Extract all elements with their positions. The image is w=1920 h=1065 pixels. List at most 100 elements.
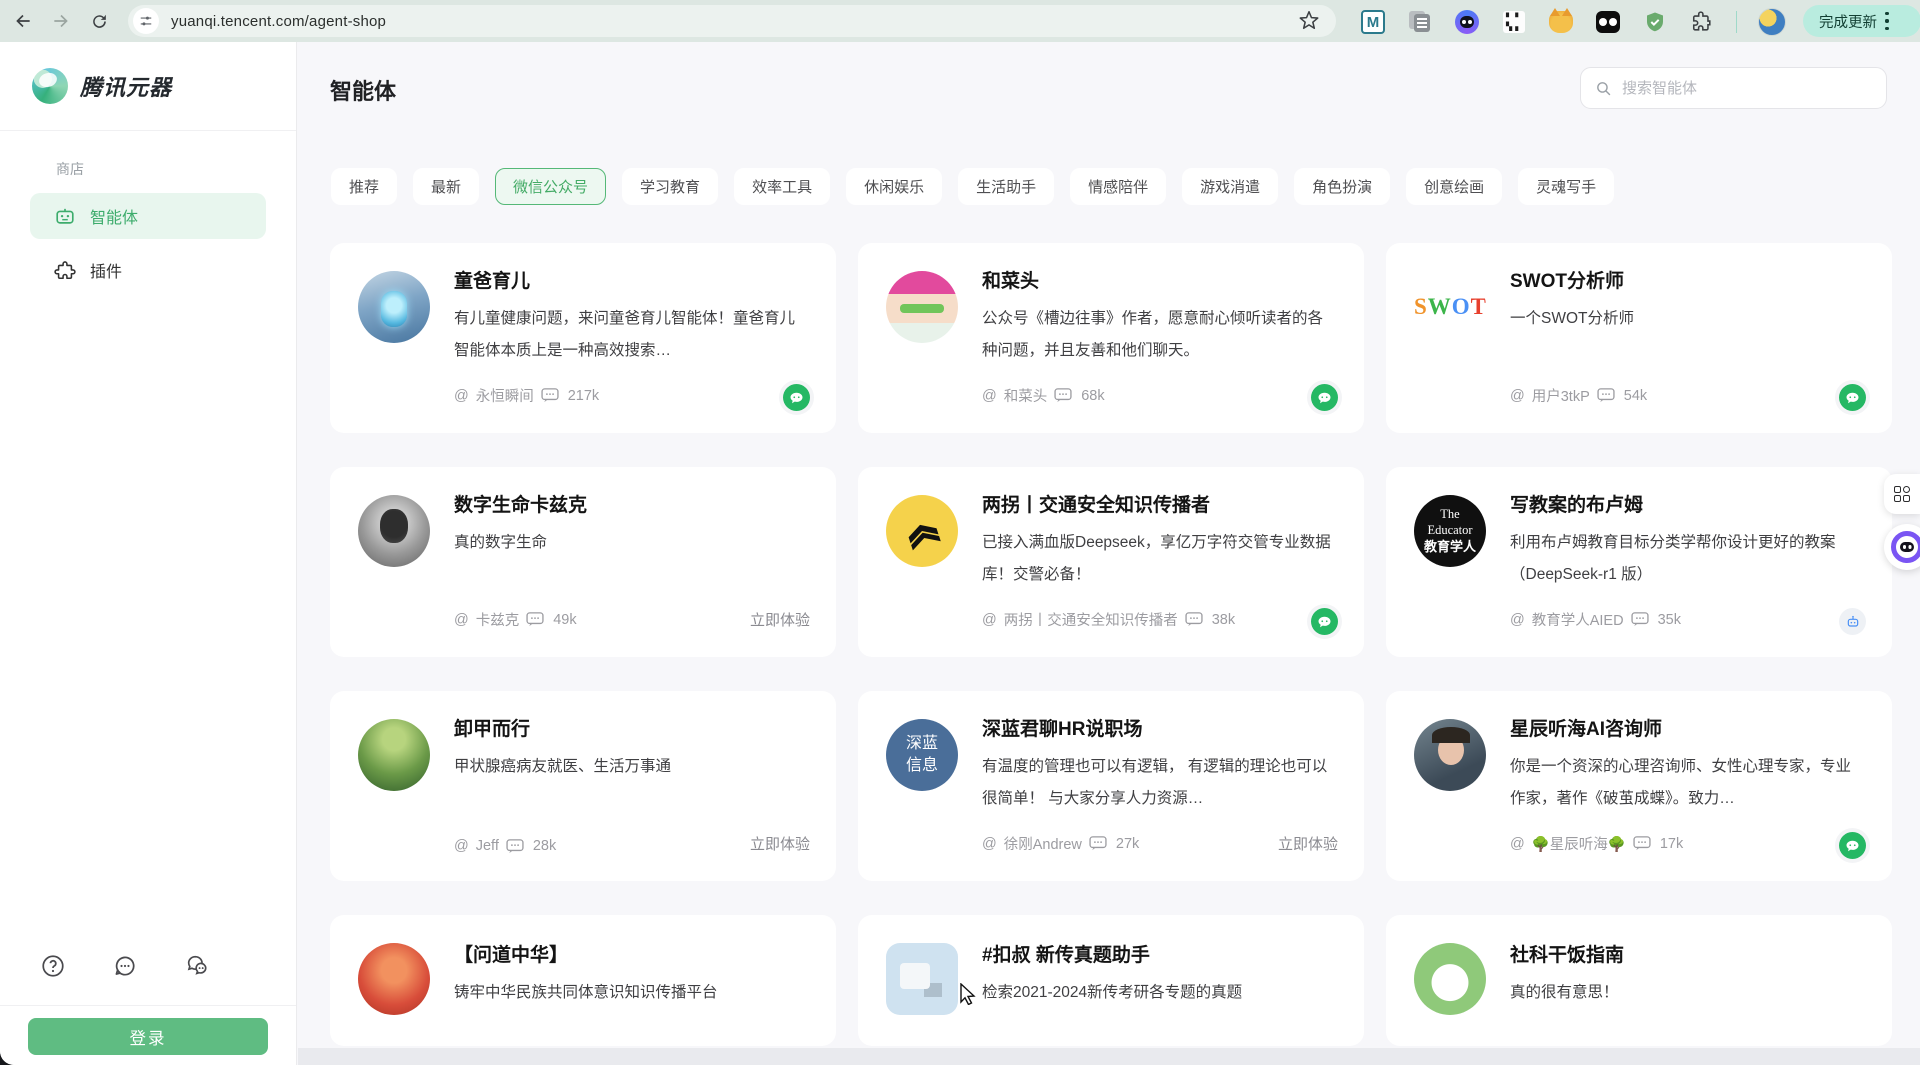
extension-qr-icon[interactable]	[1501, 9, 1527, 35]
card-footer: @ 🌳星辰听海🌳 17k	[1510, 833, 1683, 854]
author-name: 和菜头	[1004, 385, 1048, 406]
agent-title: 和菜头	[982, 269, 1334, 295]
extension-shield-icon[interactable]	[1642, 9, 1668, 35]
chat-count-icon	[1631, 612, 1649, 627]
tencent-yuanqi-logo	[32, 68, 68, 104]
tab-games[interactable]: 游戏消遣	[1182, 168, 1278, 205]
sidebar: 腾讯元器 商店 智能体 插件 登录	[0, 42, 297, 1065]
try-now-link[interactable]: 立即体验	[750, 612, 810, 629]
chat-count-icon	[1597, 388, 1615, 403]
bookmark-star-icon[interactable]	[1298, 9, 1320, 36]
author-name: Jeff	[476, 838, 499, 854]
wechat-icon[interactable]	[1839, 832, 1866, 859]
avatar-text: 信息	[906, 755, 938, 777]
agent-avatar	[358, 719, 430, 791]
sidebar-item-agents[interactable]: 智能体	[30, 193, 266, 239]
extension-cat-icon[interactable]	[1548, 9, 1574, 35]
wechat-icon[interactable]	[1839, 384, 1866, 411]
agent-desc: 铸牢中华民族共同体意识知识传播平台	[454, 977, 806, 1009]
agent-avatar: SWOT	[1414, 271, 1486, 343]
url-text: yuanqi.tencent.com/agent-shop	[171, 13, 386, 30]
avatar-text: Educator	[1427, 523, 1472, 539]
tab-entertainment[interactable]: 休闲娱乐	[846, 168, 942, 205]
chat-count: 28k	[533, 838, 556, 854]
agent-card-lianguai[interactable]: 两拐丨交通安全知识传播者 已接入满血版Deepseek，享亿万字符交管专业数据库…	[858, 467, 1364, 657]
agent-title: #扣叔 新传真题助手	[982, 943, 1334, 969]
author-name: 教育学人AIED	[1532, 609, 1624, 630]
avatar-letter: T	[1471, 294, 1486, 320]
search-box[interactable]	[1580, 67, 1887, 109]
try-now-link[interactable]: 立即体验	[1278, 836, 1338, 853]
login-button[interactable]: 登录	[28, 1018, 268, 1055]
extension-docs-icon[interactable]	[1407, 9, 1433, 35]
agent-card-kazike[interactable]: 数字生命卡兹克 真的数字生命 @ 卡兹克 49k 立即体验	[330, 467, 836, 657]
agent-card-hecaitou[interactable]: 和菜头 公众号《槽边往事》作者，愿意耐心倾听读者的各种问题，并且友善和他们聊天。…	[858, 243, 1364, 433]
wechat-icon[interactable]	[1311, 608, 1338, 635]
chat-count: 27k	[1116, 836, 1139, 852]
tab-newest[interactable]: 最新	[413, 168, 479, 205]
agent-card-wendao[interactable]: 【问道中华】 铸牢中华民族共同体意识知识传播平台	[330, 915, 836, 1046]
agent-avatar	[358, 495, 430, 567]
tab-productivity[interactable]: 效率工具	[734, 168, 830, 205]
browser-toolbar: yuanqi.tencent.com/agent-shop M 完成更新	[0, 0, 1920, 42]
tab-emotional[interactable]: 情感陪伴	[1070, 168, 1166, 205]
profile-avatar[interactable]	[1758, 8, 1786, 36]
card-footer: @ 徐刚Andrew 27k	[982, 833, 1139, 854]
card-footer: @ Jeff 28k	[454, 838, 556, 854]
agent-card-bloom[interactable]: The Educator 教育学人 写教案的布卢姆 利用布卢姆教育目标分类学帮你…	[1386, 467, 1892, 657]
reload-icon[interactable]	[84, 6, 114, 36]
at-sign: @	[454, 388, 469, 404]
sidebar-item-label: 插件	[90, 258, 122, 282]
agent-card-xingchen[interactable]: 星辰听海AI咨询师 你是一个资深的心理咨询师、女性心理专家，专业作家，著作《破茧…	[1386, 691, 1892, 881]
tab-soul-writer[interactable]: 灵魂写手	[1518, 168, 1614, 205]
agent-card-koushu[interactable]: #扣叔 新传真题助手 检索2021-2024新传考研各专题的真题	[858, 915, 1364, 1046]
agent-desc: 公众号《槽边往事》作者，愿意耐心倾听读者的各种问题，并且友善和他们聊天。	[982, 303, 1334, 367]
back-icon[interactable]	[8, 6, 38, 36]
extension-glasses-icon[interactable]	[1595, 9, 1621, 35]
bot-icon[interactable]	[1839, 608, 1866, 635]
avatar-letter: S	[1414, 294, 1427, 320]
agent-card-shenlan[interactable]: 深蓝 信息 深蓝君聊HR说职场 有温度的管理也可以有逻辑， 有逻辑的理论也可以很…	[858, 691, 1364, 881]
agent-card-swot[interactable]: SWOT SWOT分析师 一个SWOT分析师 @ 用户3tkP 54k	[1386, 243, 1892, 433]
update-button-label: 完成更新	[1819, 11, 1877, 32]
tab-creative-art[interactable]: 创意绘画	[1406, 168, 1502, 205]
site-info-icon[interactable]	[133, 8, 159, 34]
help-icon[interactable]	[40, 953, 66, 979]
try-now-link[interactable]: 立即体验	[750, 836, 810, 853]
sidebar-item-plugins[interactable]: 插件	[30, 247, 266, 293]
agent-avatar	[1414, 719, 1486, 791]
wechat-icon[interactable]	[783, 384, 810, 411]
sidebar-apps-widget[interactable]	[1884, 474, 1920, 514]
tab-recommended[interactable]: 推荐	[331, 168, 397, 205]
chat-count: 217k	[568, 388, 599, 404]
agent-desc: 真的很有意思！	[1510, 977, 1862, 1009]
avatar-letter: W	[1428, 294, 1451, 320]
extensions-puzzle-icon[interactable]	[1689, 9, 1715, 35]
tab-life-helper[interactable]: 生活助手	[958, 168, 1054, 205]
agent-desc: 检索2021-2024新传考研各专题的真题	[982, 977, 1334, 1009]
browser-menu-icon[interactable]	[1885, 12, 1889, 30]
search-input[interactable]	[1622, 80, 1852, 97]
agent-title: 社科干饭指南	[1510, 943, 1862, 969]
forward-icon[interactable]	[46, 6, 76, 36]
extension-monica-icon[interactable]	[1454, 9, 1480, 35]
extension-m-icon[interactable]: M	[1360, 9, 1386, 35]
tab-wechat-official[interactable]: 微信公众号	[495, 168, 606, 205]
agent-card-tongba[interactable]: 童爸育儿 有儿童健康问题，来问童爸育儿智能体！童爸育儿智能体本质上是一种高效搜索…	[330, 243, 836, 433]
agent-title: 童爸育儿	[454, 269, 806, 295]
store-section-label: 商店	[56, 159, 296, 179]
toolbar-separator	[1736, 11, 1737, 33]
card-footer: @ 教育学人AIED 35k	[1510, 609, 1681, 630]
at-sign: @	[1510, 612, 1525, 628]
update-button[interactable]: 完成更新	[1803, 5, 1920, 37]
tab-roleplay[interactable]: 角色扮演	[1294, 168, 1390, 205]
browser-window: yuanqi.tencent.com/agent-shop M 完成更新	[0, 0, 1920, 1065]
chat-count: 49k	[553, 612, 576, 628]
community-chat-icon[interactable]	[184, 953, 211, 979]
tab-education[interactable]: 学习教育	[622, 168, 718, 205]
wechat-icon[interactable]	[1311, 384, 1338, 411]
feedback-icon[interactable]	[112, 953, 138, 979]
url-bar[interactable]: yuanqi.tencent.com/agent-shop	[128, 5, 1336, 37]
agent-card-xiejia[interactable]: 卸甲而行 甲状腺癌病友就医、生活万事通 @ Jeff 28k 立即体验	[330, 691, 836, 881]
agent-card-sheke[interactable]: 社科干饭指南 真的很有意思！	[1386, 915, 1892, 1046]
